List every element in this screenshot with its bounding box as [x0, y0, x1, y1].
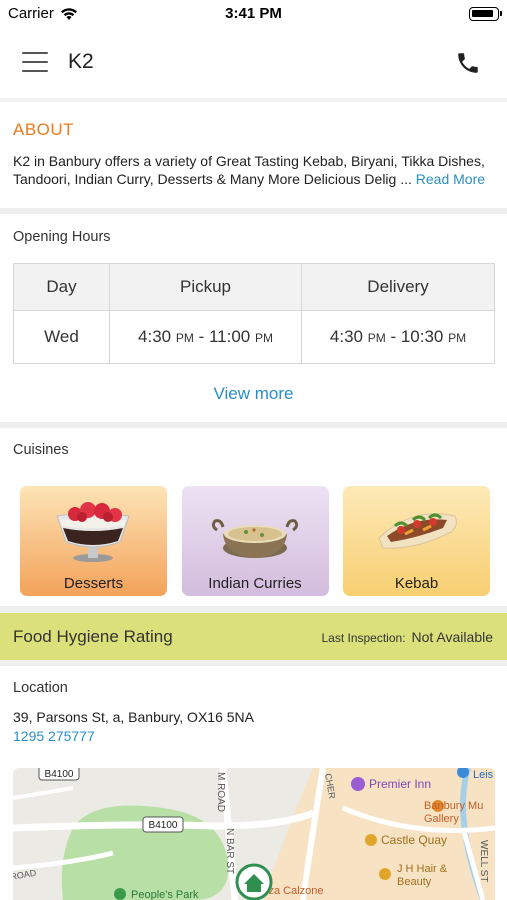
food-hygiene-rating-bar: Food Hygiene Rating Last Inspection: Not … — [0, 613, 507, 660]
pm-label: PM — [448, 331, 467, 346]
opening-hours-table: Day Pickup Delivery Wed 4:30 PM - 11:00 … — [13, 262, 495, 364]
map-canvas: B4100 B4100 M ROAD N BAR ST CHER WELL ST… — [13, 768, 495, 900]
delivery-hours-cell: 4:30 PM - 10:30 PM — [301, 310, 495, 364]
kebab-image-icon — [378, 513, 457, 549]
cuisine-label: Kebab — [394, 575, 439, 592]
column-header-day: Day — [13, 262, 110, 312]
pm-label: PM — [254, 331, 273, 346]
read-more-link[interactable]: Read More — [416, 171, 485, 187]
pm-label: PM — [367, 331, 386, 346]
map-poi-premier-inn: Premier Inn — [369, 777, 431, 791]
about-heading: ABOUT — [13, 120, 75, 139]
about-text: K2 in Banbury offers a variety of Great … — [13, 153, 485, 187]
map-label-road: B4100 — [149, 820, 178, 831]
map-poi-museum: Banbury Mu — [424, 800, 483, 812]
cuisines-heading: Cuisines — [13, 442, 69, 458]
map-label-street: WELL ST — [478, 840, 489, 882]
cuisine-list: Desserts Indian Curries Kebab — [20, 486, 490, 596]
pm-label: PM — [175, 331, 194, 346]
hygiene-title: Food Hygiene Rating — [13, 627, 173, 646]
dessert-image-icon — [56, 502, 130, 562]
opening-hours-heading: Opening Hours — [13, 229, 111, 245]
status-time: 3:41 PM — [225, 5, 282, 22]
table-header-row: Day Pickup Delivery — [13, 262, 495, 312]
cuisine-card-indian-curries[interactable]: Indian Curries — [181, 486, 329, 596]
pickup-hours-cell: 4:30 PM - 11:00 PM — [109, 310, 302, 364]
phone-icon[interactable] — [455, 50, 481, 76]
divider — [0, 606, 507, 613]
cuisine-card-desserts[interactable]: Desserts — [20, 486, 167, 596]
restaurant-phone-link[interactable]: 1295 275777 — [13, 728, 95, 744]
table-row: Wed 4:30 PM - 11:00 PM 4:30 PM - 10:30 P… — [13, 310, 495, 364]
divider — [0, 422, 507, 428]
delivery-start: 4:30 — [329, 327, 363, 347]
column-header-delivery: Delivery — [301, 262, 495, 312]
cuisine-label: Desserts — [63, 575, 124, 592]
page-title: K2 — [68, 50, 94, 73]
app-header: K2 — [0, 28, 507, 98]
divider — [0, 660, 507, 666]
time-separator: - — [193, 327, 209, 347]
restaurant-address: 39, Parsons St, a, Banbury, OX16 5NA — [13, 709, 254, 725]
cuisine-label: Indian Curries — [208, 575, 302, 592]
last-inspection: Last Inspection: Not Available — [321, 629, 493, 645]
day-cell: Wed — [13, 310, 110, 364]
map-label-road: B4100 — [45, 769, 74, 780]
status-bar: Carrier 3:41 PM — [0, 0, 507, 28]
hamburger-menu-icon[interactable] — [22, 52, 48, 72]
divider — [0, 98, 507, 102]
divider — [0, 208, 507, 214]
battery-icon — [469, 7, 502, 21]
about-description: K2 in Banbury offers a variety of Great … — [13, 152, 498, 188]
view-more-link[interactable]: View more — [0, 384, 507, 404]
map-poi-gallery: Gallery — [424, 813, 459, 825]
map-poi-leisure: Leis — [473, 769, 494, 781]
map-poi-castle-quay: Castle Quay — [381, 833, 447, 847]
map-poi-peoples-park: People's Park — [131, 889, 199, 900]
curry-image-icon — [211, 519, 298, 558]
map-poi-pizza: zza Calzone — [263, 885, 324, 897]
column-header-pickup: Pickup — [109, 262, 302, 312]
map-poi-beauty: Beauty — [397, 876, 432, 888]
map-label-street: N BAR ST — [224, 828, 235, 874]
cuisine-card-kebab[interactable]: Kebab — [343, 486, 490, 596]
pickup-end: 11:00 — [208, 327, 251, 347]
map-poi-hair: J H Hair & — [397, 863, 448, 875]
last-inspection-value: Not Available — [411, 629, 493, 645]
map-label-street: M ROAD — [215, 772, 226, 812]
delivery-end: 10:30 — [400, 327, 444, 347]
last-inspection-label: Last Inspection: — [321, 631, 406, 645]
location-heading: Location — [13, 680, 68, 696]
restaurant-map-marker-icon[interactable] — [235, 863, 273, 900]
pickup-start: 4:30 — [138, 327, 172, 347]
location-map[interactable]: B4100 B4100 M ROAD N BAR ST CHER WELL ST… — [13, 768, 495, 900]
time-separator: - — [385, 327, 401, 347]
